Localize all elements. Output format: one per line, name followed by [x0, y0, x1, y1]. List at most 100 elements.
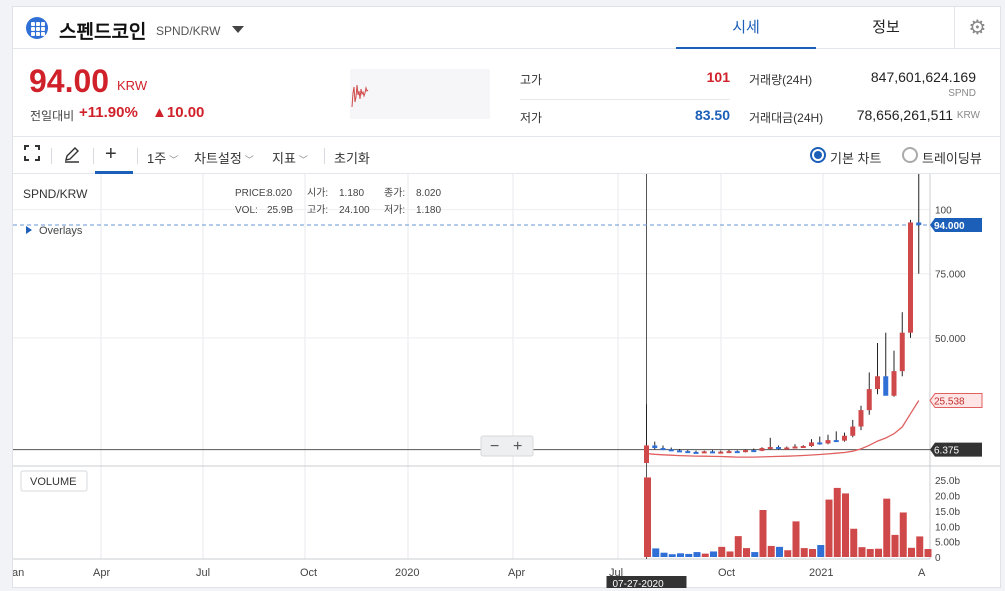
volume-label: VOLUME: [30, 476, 76, 488]
volume-bar: [685, 553, 693, 557]
change-percent: +11.90%: [79, 104, 138, 121]
crosshair-plus-icon[interactable]: +: [105, 143, 117, 166]
caret-right-icon: [26, 226, 32, 234]
volume-tick-label: 0: [935, 553, 941, 564]
volume-bar: [809, 549, 816, 557]
candle-body: [891, 371, 897, 396]
candles-layer: [644, 174, 922, 463]
volume-bar: [842, 493, 849, 557]
mini-sparkline: [350, 69, 490, 119]
legend-low-value: 1.180: [416, 205, 441, 216]
coin-name[interactable]: 스펜드코인: [59, 17, 146, 44]
trade-value-unit: KRW: [956, 110, 980, 121]
chart-settings-dropdown[interactable]: 차트설정 ﹀: [194, 148, 254, 167]
overlays-label: Overlays: [39, 225, 83, 237]
radio-basic-chart[interactable]: [810, 147, 826, 163]
volume-bar: [644, 477, 651, 557]
moving-average-badge-text: 25.538: [934, 397, 965, 408]
period-dropdown[interactable]: 1주 ﹀: [147, 148, 178, 167]
chevron-down-icon[interactable]: [232, 26, 244, 33]
volume-bar: [800, 548, 808, 557]
radio-basic-label[interactable]: 기본 차트: [830, 148, 881, 167]
candle-body: [875, 376, 880, 390]
legend-vol-label: VOL:: [235, 205, 258, 216]
legend-open-label: 시가:: [307, 187, 328, 199]
volume-bar: [767, 545, 775, 557]
candle-body: [908, 222, 913, 333]
time-tick-label: an: [13, 567, 24, 579]
volume-tick-label: 25.0b: [935, 476, 960, 487]
legend-high-value: 24.100: [339, 205, 370, 216]
overlays-toggle[interactable]: Overlays: [26, 225, 83, 237]
zoom-panel: [480, 435, 534, 457]
trade-value: 78,656,261,511: [856, 107, 953, 123]
indicators-dropdown[interactable]: 지표 ﹀: [272, 148, 308, 167]
volume-tick-label: 15.0b: [935, 507, 960, 518]
radio-trading-view[interactable]: [902, 147, 918, 163]
gear-icon[interactable]: ⚙: [954, 7, 1000, 49]
price-chart[interactable]: SPND/KRW PRICE: 8.020 시가: 1.180 종가: 8.02…: [13, 174, 1000, 588]
candle-body: [866, 389, 872, 411]
volume-bar: [751, 552, 759, 557]
volume-bar: [792, 521, 800, 557]
volume-bar: [693, 552, 701, 557]
volume-bar: [825, 499, 833, 557]
candle-body: [751, 450, 757, 453]
candle-body: [701, 451, 707, 454]
low-label: 저가: [520, 111, 543, 125]
time-axis: an Apr Jul Oct 2020 Apr Jul Oct 2021 A: [13, 567, 926, 579]
volume-pane-label: VOLUME: [20, 470, 88, 492]
volume-bar: [866, 549, 874, 557]
chart-pair-label: SPND/KRW: [23, 187, 88, 201]
volume-bar: [924, 549, 932, 557]
volume-bar: [726, 551, 734, 557]
volume-bar: [710, 551, 717, 557]
candle-body: [693, 451, 699, 454]
zoom-in-button[interactable]: +: [513, 438, 522, 455]
volume-bar: [850, 528, 858, 557]
pencil-icon[interactable]: [63, 145, 81, 168]
legend-price-label: PRICE:: [235, 188, 268, 199]
candle-body: [767, 447, 773, 450]
tab-price[interactable]: 시세: [676, 7, 816, 49]
toolbar-divider: [137, 148, 138, 164]
candle-body: [743, 450, 748, 453]
tab-info[interactable]: 정보: [816, 7, 956, 49]
volume-unit: SPND: [948, 88, 976, 99]
price-tick-label: 50.000: [935, 334, 966, 345]
volume-bar: [916, 536, 924, 557]
stat-divider: [520, 99, 730, 100]
volume-bar: [833, 487, 841, 557]
legend-open-value: 1.180: [339, 188, 364, 199]
price-unit: KRW: [117, 78, 148, 93]
volume-bar: [660, 552, 668, 557]
coin-symbol[interactable]: SPND/KRW: [156, 24, 220, 38]
legend-close-label: 종가:: [384, 187, 405, 199]
volume-bar: [875, 548, 882, 557]
volume-axis: 25.0b 20.0b 15.0b 10.0b 5.00b 0: [935, 476, 960, 564]
indicators-label: 지표: [272, 151, 296, 166]
chevron-down-icon: ﹀: [169, 155, 179, 165]
legend-low-label: 저가:: [384, 204, 405, 216]
radio-trading-label[interactable]: 트레이딩뷰: [922, 148, 982, 167]
moving-average-badge: 25.538: [929, 393, 983, 409]
candle-body: [916, 222, 922, 226]
candle-body: [677, 450, 682, 453]
reset-button[interactable]: 초기화: [334, 148, 370, 167]
legend-close-value: 8.020: [416, 188, 441, 199]
low-value: 83.50: [694, 107, 730, 123]
pencil-svg: [65, 147, 79, 163]
zoom-controls: − +: [480, 435, 534, 457]
volume-bar: [718, 546, 726, 557]
candle-body: [685, 451, 691, 454]
volume-label: 거래량(24H): [749, 73, 813, 87]
volume-bar: [701, 553, 709, 557]
volume-bar: [908, 547, 915, 557]
fullscreen-icon[interactable]: [24, 145, 40, 166]
volume-value: 847,601,624.169: [870, 69, 976, 85]
volume-tick-label: 20.0b: [935, 492, 960, 503]
change-amount: ▲10.00: [152, 104, 205, 121]
zoom-out-button[interactable]: −: [490, 438, 499, 455]
candle-body: [644, 445, 649, 463]
candle-body: [710, 451, 715, 454]
